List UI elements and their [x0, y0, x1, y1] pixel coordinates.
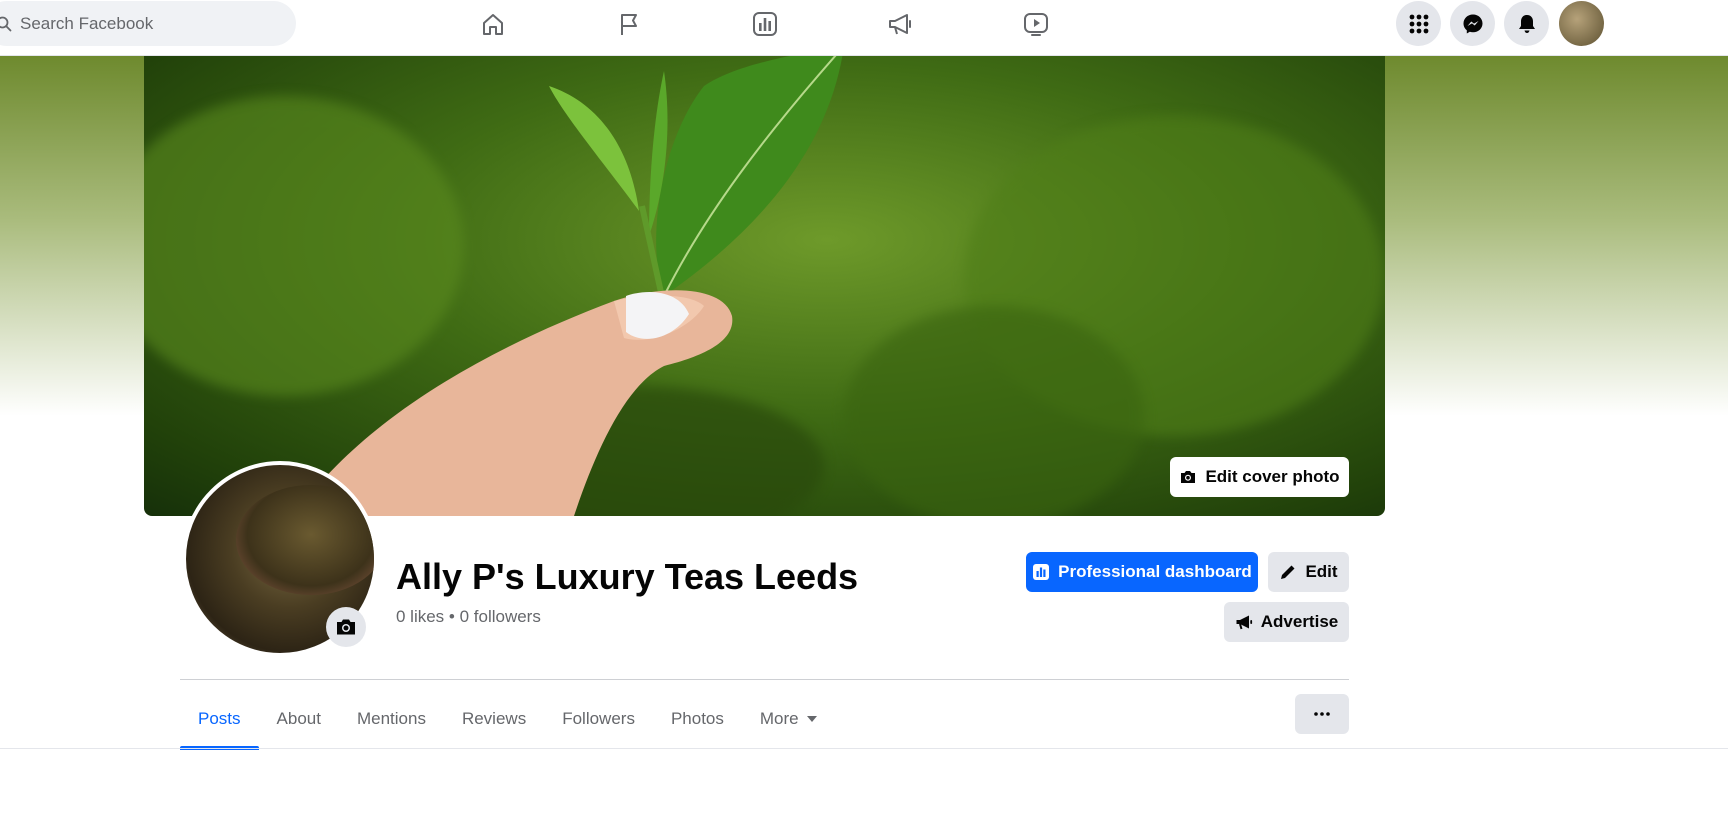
search-input[interactable]: Search Facebook	[0, 1, 296, 46]
tab-label: Mentions	[356, 709, 426, 728]
account-avatar[interactable]	[1559, 1, 1604, 46]
pencil-icon	[1281, 565, 1295, 579]
home-icon	[483, 14, 503, 35]
tea-leaf-illustration	[294, 56, 843, 516]
pages-nav-button[interactable]	[609, 4, 649, 44]
tab-more[interactable]: More	[742, 690, 835, 748]
tab-label: About	[276, 709, 321, 728]
caret-down-icon	[806, 716, 817, 722]
update-profile-picture-button[interactable]	[326, 607, 366, 647]
tab-label: Photos	[670, 709, 724, 728]
megaphone-icon	[1236, 615, 1252, 630]
insights-nav-button[interactable]	[745, 4, 785, 44]
menu-grid-icon	[1409, 14, 1428, 33]
dashboard-icon	[1033, 564, 1050, 580]
professional-dashboard-label: Professional dashboard	[1058, 562, 1252, 581]
tea-bowl-image	[236, 485, 374, 595]
page-stats[interactable]: 0 likes • 0 followers	[396, 607, 541, 627]
edit-button[interactable]: Edit	[1268, 552, 1349, 592]
messenger-button[interactable]	[1450, 1, 1495, 46]
home-nav-button[interactable]	[473, 4, 513, 44]
search-placeholder: Search Facebook	[20, 13, 154, 33]
ellipsis-icon	[1314, 712, 1330, 716]
megaphone-icon	[889, 14, 911, 35]
flag-icon	[621, 14, 637, 35]
tab-posts[interactable]: Posts	[180, 690, 259, 750]
top-navigation-bar: Search Facebook	[0, 0, 1728, 56]
professional-dashboard-button[interactable]: Professional dashboard	[1026, 552, 1258, 592]
edit-cover-photo-button[interactable]: Edit cover photo	[1170, 457, 1349, 497]
tab-label: Followers	[562, 709, 635, 728]
tab-followers[interactable]: Followers	[544, 690, 653, 748]
tab-label: Posts	[198, 709, 241, 728]
tab-about[interactable]: About	[259, 690, 339, 748]
tab-label: Reviews	[461, 709, 527, 728]
cover-photo[interactable]	[144, 56, 1385, 516]
ads-nav-button[interactable]	[880, 4, 920, 44]
search-icon	[0, 16, 12, 31]
camera-icon	[1181, 471, 1196, 483]
notifications-button[interactable]	[1504, 1, 1549, 46]
tab-photos[interactable]: Photos	[653, 690, 742, 748]
section-divider	[180, 679, 1349, 680]
advertise-button[interactable]: Advertise	[1224, 602, 1349, 642]
video-icon	[1024, 13, 1048, 36]
page-title: Ally P's Luxury Teas Leeds	[396, 556, 859, 597]
bell-icon	[1518, 14, 1535, 33]
messenger-icon	[1463, 14, 1482, 33]
tabs-bottom-border	[0, 748, 1728, 749]
tab-mentions[interactable]: Mentions	[339, 690, 444, 748]
advertise-label: Advertise	[1260, 612, 1339, 631]
video-nav-button[interactable]	[1016, 4, 1056, 44]
edit-label: Edit	[1305, 562, 1338, 581]
more-options-button[interactable]	[1295, 694, 1349, 734]
profile-tabs: Posts About Mentions Reviews Followers P…	[180, 690, 835, 750]
tab-label: More	[759, 709, 799, 728]
insights-icon	[753, 12, 777, 36]
camera-icon	[337, 619, 355, 635]
tab-reviews[interactable]: Reviews	[444, 690, 544, 748]
edit-cover-photo-label: Edit cover photo	[1205, 467, 1340, 486]
menu-button[interactable]	[1396, 1, 1441, 46]
